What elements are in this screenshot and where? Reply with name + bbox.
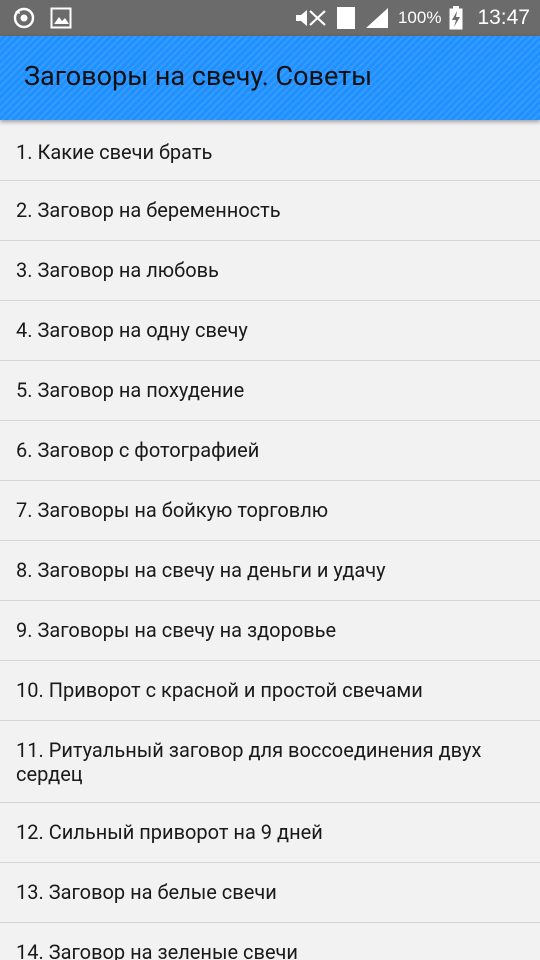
- status-system: 100% 13:47: [294, 0, 530, 36]
- list-item[interactable]: 1. Какие свечи брать: [0, 120, 540, 181]
- battery-charging-icon: [449, 6, 463, 30]
- image-icon: [50, 7, 72, 29]
- mute-icon: [294, 7, 328, 29]
- app-bar: Заговоры на свечу. Советы: [0, 36, 540, 120]
- battery-percent: 100%: [397, 8, 442, 27]
- list-item[interactable]: 7. Заговоры на бойкую торговлю: [0, 481, 540, 541]
- list-item[interactable]: 2. Заговор на беременность: [0, 181, 540, 241]
- list-item[interactable]: 10. Приворот с красной и простой свечами: [0, 661, 540, 721]
- status-bar: 100% 13:47: [0, 0, 540, 36]
- list-item[interactable]: 12. Сильный приворот на 9 дней: [0, 803, 540, 863]
- list-item[interactable]: 13. Заговор на белые свечи: [0, 863, 540, 923]
- status-notifications: [12, 6, 72, 30]
- clock: 13:47: [477, 6, 530, 29]
- list-item[interactable]: 9. Заговоры на свечу на здоровье: [0, 601, 540, 661]
- signal-icon: [364, 6, 390, 30]
- article-list[interactable]: 1. Какие свечи брать 2. Заговор на берем…: [0, 120, 540, 960]
- list-item[interactable]: 6. Заговор с фотографией: [0, 421, 540, 481]
- list-item[interactable]: 14. Заговор на зеленые свечи: [0, 923, 540, 960]
- sim-icon: [336, 6, 356, 30]
- list-item[interactable]: 3. Заговор на любовь: [0, 241, 540, 301]
- list-item[interactable]: 5. Заговор на похудение: [0, 361, 540, 421]
- list-item[interactable]: 4. Заговор на одну свечу: [0, 301, 540, 361]
- list-item[interactable]: 11. Ритуальный заговор для воссоединения…: [0, 721, 540, 803]
- list-item[interactable]: 8. Заговоры на свечу на деньги и удачу: [0, 541, 540, 601]
- sync-icon: [12, 6, 36, 30]
- page-title: Заговоры на свечу. Советы: [24, 60, 373, 92]
